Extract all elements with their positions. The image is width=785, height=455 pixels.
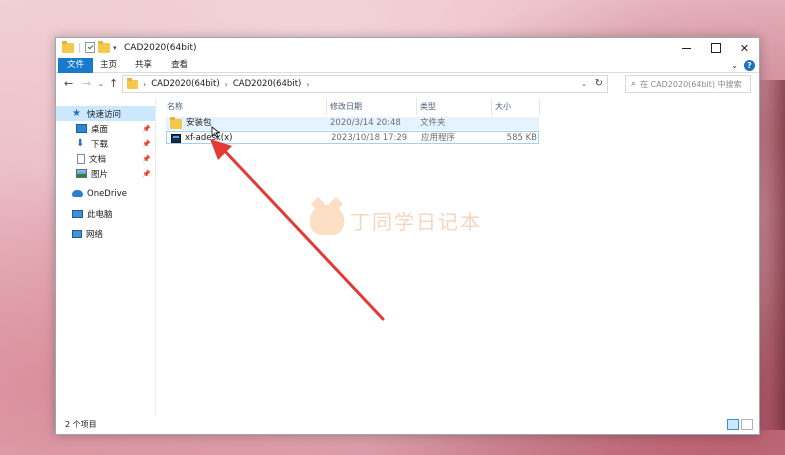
toolbar-divider <box>79 42 80 53</box>
watermark-text: 丁同学日记本 <box>350 209 482 234</box>
pin-icon: 📌 <box>142 169 151 178</box>
sidebar-item-documents[interactable]: 文档 📌 <box>56 151 155 166</box>
file-name-cell: 安装包 <box>170 116 212 130</box>
view-toggle <box>727 419 753 430</box>
file-list: 名称 修改日期 类型 大小 安装包 2020/3/14 20:48 文件夹 xf… <box>164 98 754 416</box>
folder-icon <box>127 77 138 89</box>
file-size: 585 KB <box>506 133 537 143</box>
breadcrumb-separator-icon[interactable]: › <box>143 80 146 89</box>
network-icon <box>72 229 82 238</box>
search-icon: ⌕ <box>631 79 637 89</box>
sidebar-item-label: 快速访问 <box>87 109 122 120</box>
tab-file[interactable]: 文件 <box>58 58 94 73</box>
sidebar-item-label: 图片 <box>91 169 109 180</box>
breadcrumb-separator-icon[interactable]: › <box>225 80 228 89</box>
ribbon-right-controls: ⌄ ? <box>731 60 755 71</box>
shiba-logo-icon <box>310 205 344 235</box>
sort-caret-icon: ^ <box>176 61 182 68</box>
list-item[interactable]: xf-adesk(x) 2023/10/18 17:29 应用程序 585 KB <box>166 131 539 144</box>
sidebar-item-label: 下载 <box>91 139 109 150</box>
sidebar-item-this-pc[interactable]: 此电脑 <box>56 206 155 221</box>
sidebar-item-pictures[interactable]: 图片 📌 <box>56 166 155 181</box>
status-bar: 2 个项目 <box>56 416 759 434</box>
mouse-cursor-icon <box>211 126 221 138</box>
chevron-down-icon[interactable]: ⌄ <box>731 61 738 70</box>
search-placeholder: 在 CAD2020(64bit) 中搜索 <box>640 79 742 89</box>
sidebar-item-label: OneDrive <box>87 188 127 199</box>
back-arrow-icon[interactable]: ← <box>64 77 73 90</box>
customize-toolbar-icon[interactable]: ▾ <box>113 44 117 52</box>
breadcrumb-item[interactable]: CAD2020(64bit) <box>151 79 219 89</box>
breadcrumb-item[interactable]: CAD2020(64bit) <box>233 79 301 89</box>
minimize-button[interactable] <box>672 38 701 58</box>
sidebar-item-quick-access[interactable]: ★ 快速访问 <box>56 106 155 121</box>
sidebar-item-label: 网络 <box>86 229 104 240</box>
ribbon-tabs: 文件 主页 共享 查看 <box>56 58 759 73</box>
breadcrumb-separator-icon[interactable]: › <box>306 80 309 89</box>
large-icons-view-icon[interactable] <box>741 419 753 430</box>
details-view-icon[interactable] <box>727 419 739 430</box>
pin-icon: 📌 <box>142 139 151 148</box>
computer-icon <box>72 209 83 218</box>
exe-icon <box>171 134 181 143</box>
sidebar-item-label: 此电脑 <box>87 209 113 220</box>
file-name: 安装包 <box>186 118 212 128</box>
pin-icon: 📌 <box>142 124 151 133</box>
address-dropdown-icon[interactable]: ⌄ <box>581 80 587 88</box>
desktop-icon <box>76 124 87 133</box>
search-input[interactable]: ⌕ 在 CAD2020(64bit) 中搜索 <box>625 75 751 93</box>
column-header-name[interactable]: 名称 <box>164 98 327 115</box>
file-name-cell: xf-adesk(x) <box>171 132 232 145</box>
maximize-button[interactable] <box>701 38 730 58</box>
tab-share[interactable]: 共享 <box>126 58 161 73</box>
file-size <box>488 117 536 130</box>
watermark: 丁同学日记本 <box>310 205 482 235</box>
navigation-bar: ← → ⌄ ↑ › CAD2020(64bit) › CAD2020(64bit… <box>56 74 759 96</box>
close-button[interactable]: ✕ <box>730 38 759 58</box>
sidebar-item-onedrive[interactable]: OneDrive <box>56 186 155 201</box>
folder-icon <box>62 40 74 53</box>
quick-access-toolbar: ▾ <box>62 40 117 53</box>
document-icon <box>77 153 85 164</box>
window-title: CAD2020(64bit) <box>124 43 197 53</box>
sidebar-item-network[interactable]: 网络 <box>56 226 155 241</box>
help-icon[interactable]: ? <box>744 60 755 71</box>
refresh-icon[interactable]: ↻ <box>595 78 603 89</box>
properties-icon[interactable] <box>85 42 95 53</box>
sidebar-item-label: 文档 <box>89 154 107 165</box>
column-header-size[interactable]: 大小 <box>492 98 540 115</box>
pin-icon: 📌 <box>142 154 151 163</box>
star-icon: ★ <box>72 107 81 119</box>
sidebar-item-label: 桌面 <box>91 124 109 135</box>
up-arrow-icon[interactable]: ↑ <box>109 77 118 90</box>
item-count: 2 个项目 <box>65 420 97 429</box>
tab-home[interactable]: 主页 <box>91 58 126 73</box>
address-bar[interactable]: › CAD2020(64bit) › CAD2020(64bit) › ⌄ ↻ <box>122 75 608 93</box>
picture-icon <box>76 169 87 178</box>
file-type: 应用程序 <box>421 133 456 143</box>
folder-icon <box>170 116 182 129</box>
sidebar-item-desktop[interactable]: 桌面 📌 <box>56 121 155 136</box>
download-icon: ⬇ <box>76 137 85 149</box>
window-controls: ✕ <box>672 38 759 58</box>
file-type: 文件夹 <box>420 118 446 128</box>
file-modified: 2023/10/18 17:29 <box>331 133 408 143</box>
file-name: xf-adesk(x) <box>185 133 233 143</box>
file-modified: 2020/3/14 20:48 <box>330 118 401 128</box>
sidebar-item-downloads[interactable]: ⬇ 下载 📌 <box>56 136 155 151</box>
forward-arrow-icon[interactable]: → <box>82 77 91 90</box>
recent-locations-icon[interactable]: ⌄ <box>98 80 104 88</box>
navigation-pane: ★ 快速访问 桌面 📌 ⬇ 下载 📌 文档 📌 图片 📌 OneDrive 此电… <box>56 98 156 416</box>
new-folder-icon[interactable] <box>98 40 110 53</box>
list-item[interactable]: 安装包 2020/3/14 20:48 文件夹 <box>166 116 539 130</box>
cloud-icon <box>72 190 83 197</box>
column-header-modified[interactable]: 修改日期 <box>327 98 417 115</box>
column-header-type[interactable]: 类型 <box>417 98 492 115</box>
title-bar: ▾ CAD2020(64bit) ✕ <box>56 38 759 58</box>
file-explorer-window: ▾ CAD2020(64bit) ✕ 文件 主页 共享 查看 ⌄ ? ← → ⌄… <box>55 37 760 435</box>
